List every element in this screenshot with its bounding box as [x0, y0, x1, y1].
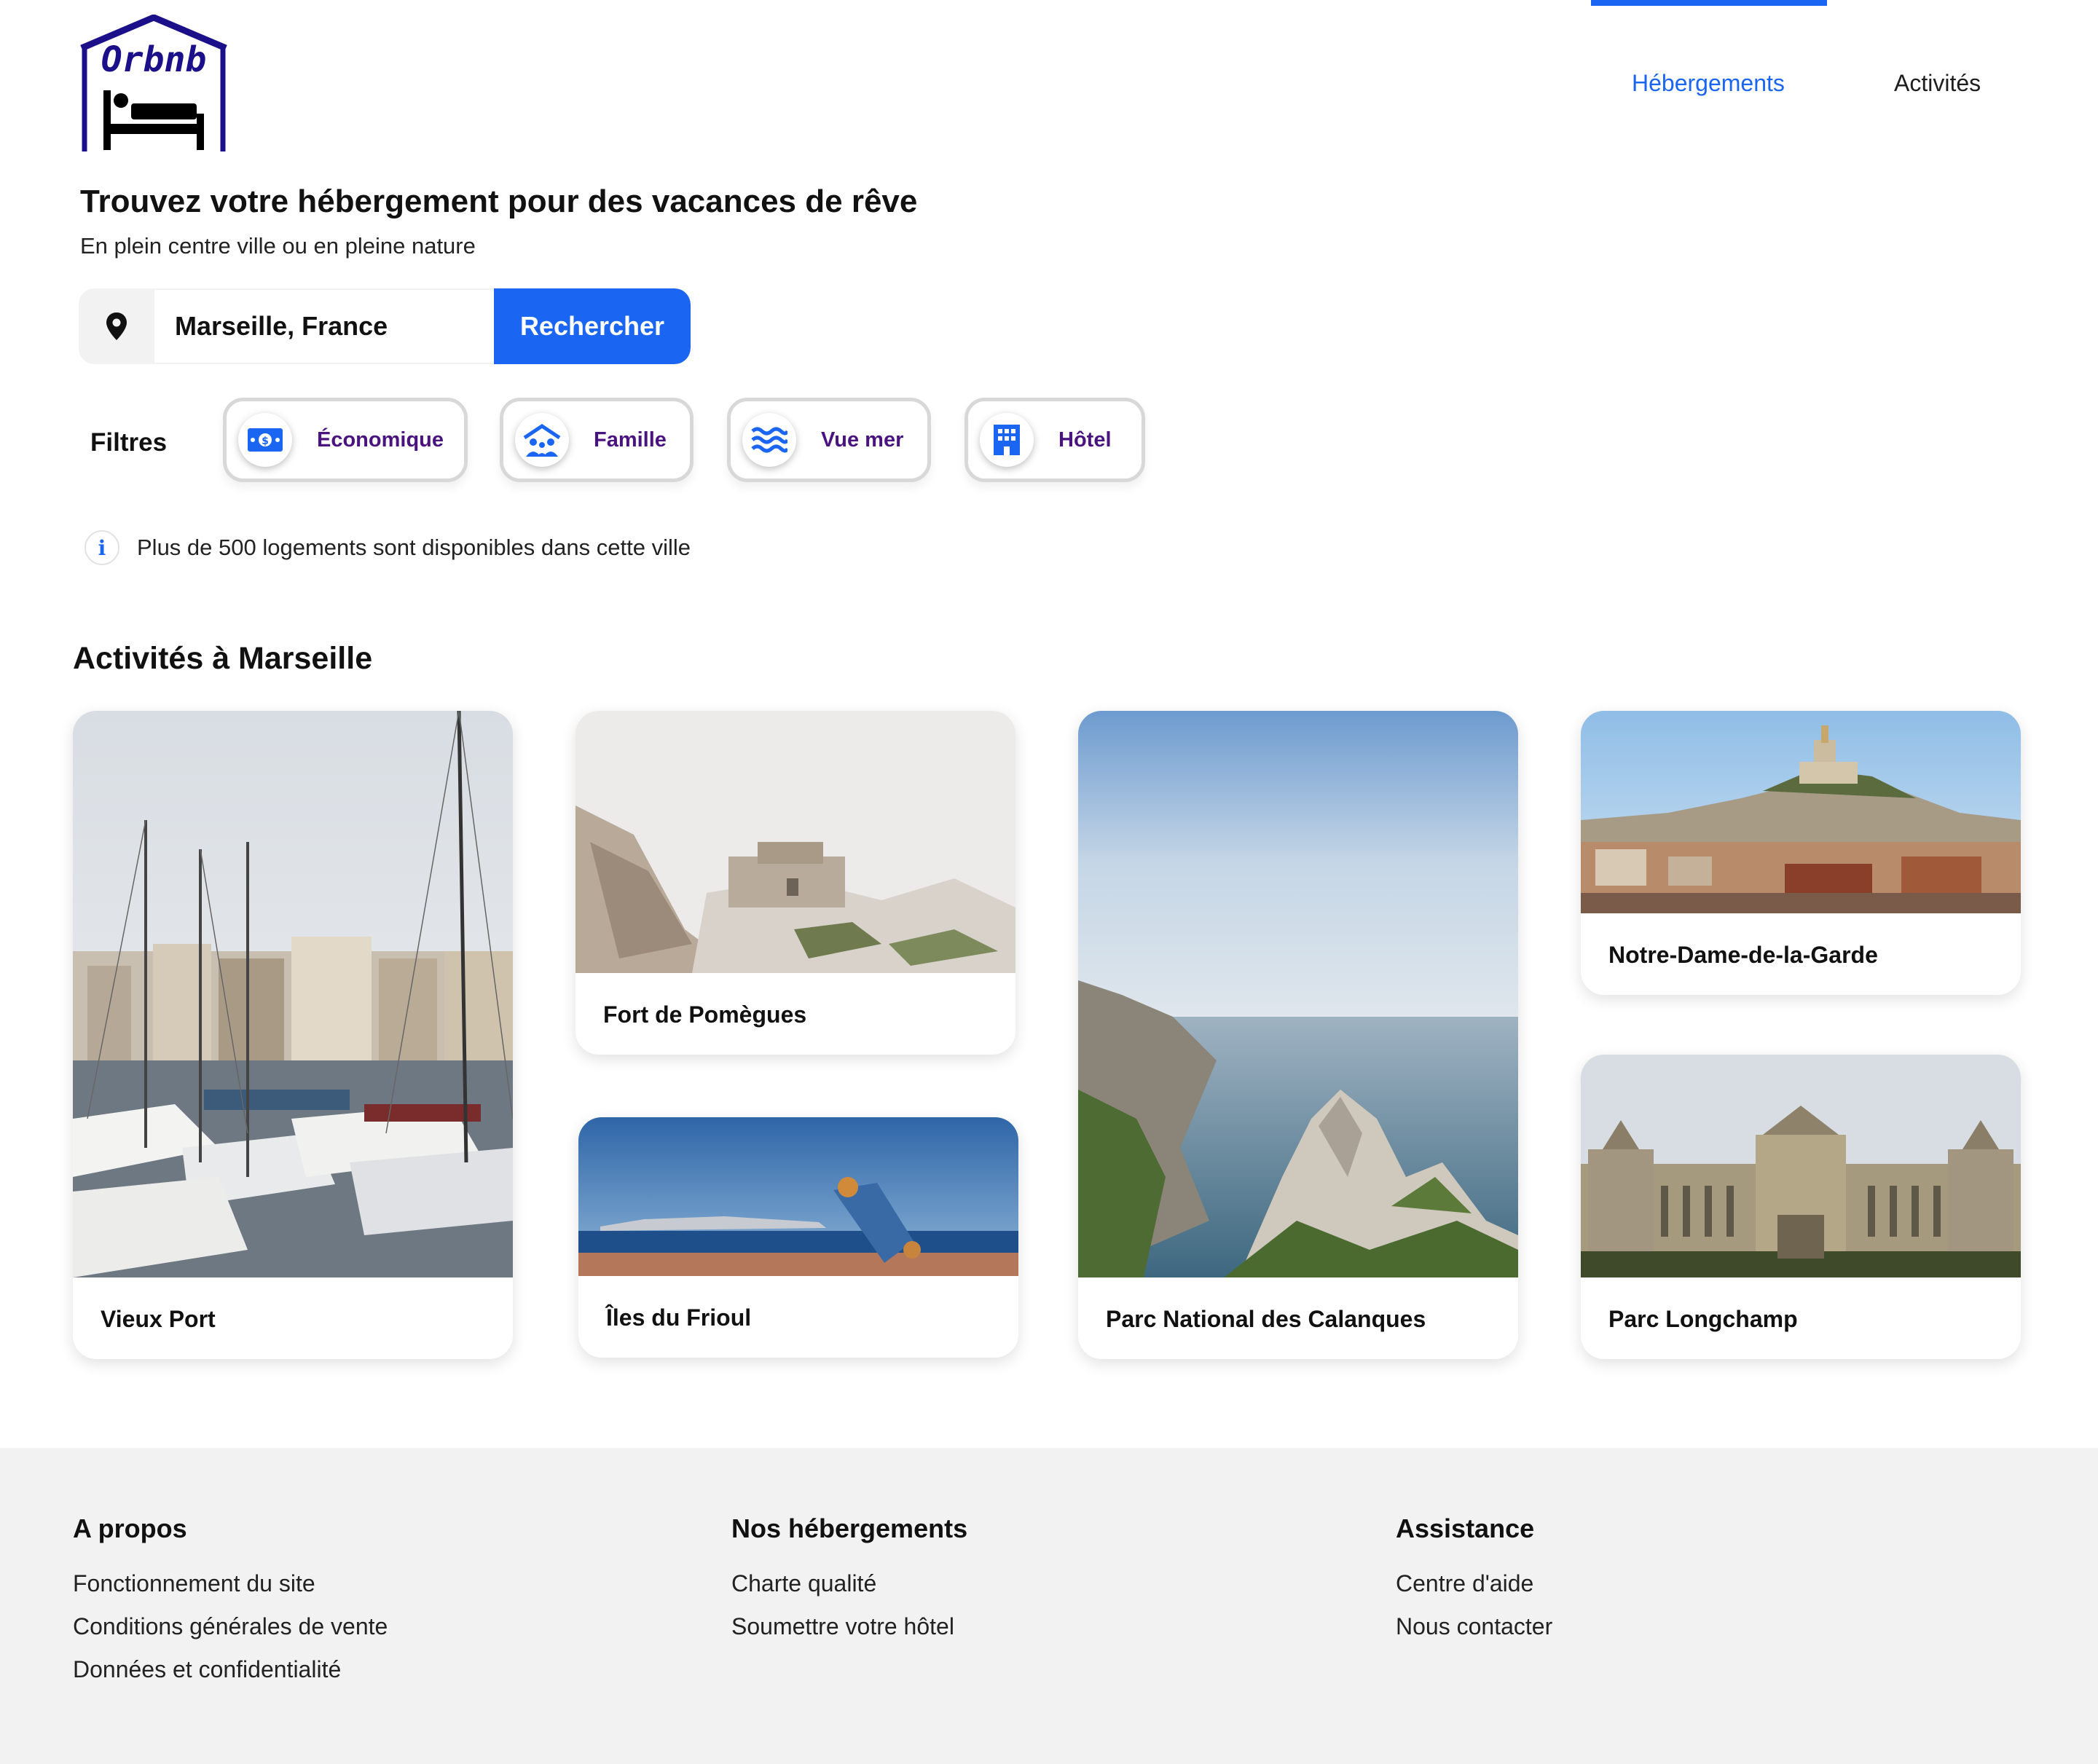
footer-link-contact[interactable]: Nous contacter: [1396, 1613, 1552, 1640]
activities-section-title: Activités à Marseille: [73, 641, 373, 676]
card-label: Vieux Port: [101, 1306, 216, 1332]
footer-link-centre-aide[interactable]: Centre d'aide: [1396, 1570, 1552, 1597]
logo-house-icon: Orbnb: [80, 14, 227, 151]
filter-economique[interactable]: $ Économique: [223, 398, 468, 482]
family-icon: [515, 413, 569, 467]
footer-col-assistance: Assistance Centre d'aide Nous contacter: [1396, 1513, 1552, 1656]
nav-hebergements[interactable]: Hébergements: [1632, 70, 1785, 97]
footer-heading: Assistance: [1396, 1513, 1535, 1543]
footer-col-nos-hebergements: Nos hébergements Charte qualité Soumettr…: [731, 1513, 967, 1656]
availability-text: Plus de 500 logements sont disponibles d…: [137, 535, 691, 560]
iles-du-frioul-photo: [578, 1117, 1018, 1276]
parc-longchamp-photo: [1581, 1055, 2021, 1277]
card-label: Îles du Frioul: [606, 1304, 752, 1331]
info-icon: i: [85, 530, 119, 565]
hero-subtitle: En plein centre ville ou en pleine natur…: [80, 233, 476, 259]
footer-heading: Nos hébergements: [731, 1513, 968, 1543]
map-pin-icon: [79, 288, 154, 364]
nav-activites[interactable]: Activités: [1894, 70, 1981, 97]
card-label: Notre-Dame-de-la-Garde: [1608, 942, 1878, 968]
footer-link-soumettre-hotel[interactable]: Soumettre votre hôtel: [731, 1613, 967, 1640]
filters-label: Filtres: [90, 428, 168, 457]
filter-vue-mer[interactable]: Vue mer: [727, 398, 931, 482]
hero-title: Trouvez votre hébergement pour des vacan…: [80, 184, 918, 219]
footer-link-confidentialite[interactable]: Données et confidentialité: [73, 1656, 388, 1683]
footer-link-fonctionnement[interactable]: Fonctionnement du site: [73, 1570, 388, 1597]
notre-dame-photo: [1581, 711, 2021, 913]
fort-de-pomegues-photo: [575, 711, 1015, 973]
svg-text:$: $: [262, 436, 269, 447]
activity-card-calanques[interactable]: Parc National des Calanques: [1078, 711, 1518, 1359]
footer-heading: A propos: [73, 1513, 187, 1543]
filter-hotel[interactable]: Hôtel: [964, 398, 1145, 482]
footer: A propos Fonctionnement du site Conditio…: [0, 1448, 2098, 1764]
search-bar: Rechercher: [79, 288, 691, 364]
money-icon: $: [238, 413, 292, 467]
search-button[interactable]: Rechercher: [494, 288, 691, 364]
activity-card-notre-dame-de-la-garde[interactable]: Notre-Dame-de-la-Garde: [1581, 711, 2021, 995]
filter-label: Économique: [317, 428, 444, 452]
nav-active-indicator: [1591, 0, 1827, 6]
footer-col-a-propos: A propos Fonctionnement du site Conditio…: [73, 1513, 388, 1699]
activity-card-iles-du-frioul[interactable]: Îles du Frioul: [578, 1117, 1018, 1358]
card-label: Fort de Pomègues: [603, 1001, 807, 1028]
filter-label: Vue mer: [821, 428, 904, 452]
filter-famille[interactable]: Famille: [500, 398, 694, 482]
orbnb-logo[interactable]: Orbnb: [76, 14, 232, 154]
hotel-icon: [980, 413, 1034, 467]
filter-label: Hôtel: [1058, 428, 1112, 452]
activity-card-vieux-port[interactable]: Vieux Port: [73, 711, 513, 1359]
search-input[interactable]: [154, 288, 494, 364]
availability-info: i Plus de 500 logements sont disponibles…: [85, 530, 691, 565]
activity-card-parc-longchamp[interactable]: Parc Longchamp: [1581, 1055, 2021, 1359]
vieux-port-photo: [73, 711, 513, 1277]
footer-link-charte-qualite[interactable]: Charte qualité: [731, 1570, 967, 1597]
filter-label: Famille: [594, 428, 667, 452]
card-label: Parc National des Calanques: [1106, 1306, 1426, 1332]
card-label: Parc Longchamp: [1608, 1306, 1798, 1332]
logo-text: Orbnb: [101, 39, 207, 80]
calanques-photo: [1078, 711, 1518, 1277]
footer-link-cgv[interactable]: Conditions générales de vente: [73, 1613, 388, 1640]
activity-card-fort-de-pomegues[interactable]: Fort de Pomègues: [575, 711, 1015, 1055]
waves-icon: [742, 413, 796, 467]
